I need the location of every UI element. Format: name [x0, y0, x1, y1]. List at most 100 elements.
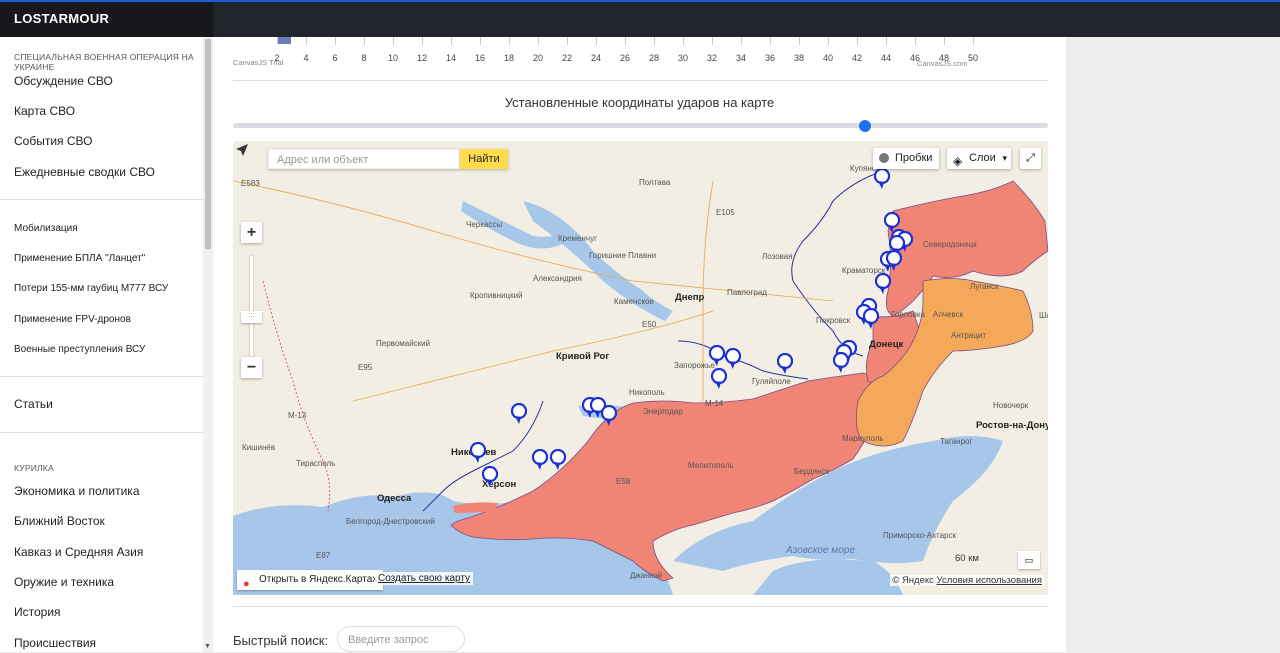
map-label-lozovaya: Лозовая	[762, 252, 793, 261]
axis-tick-label: 32	[706, 53, 718, 63]
axis-tick-mark	[741, 37, 742, 45]
layers-label: Слои	[969, 152, 996, 164]
axis-tick-label: 16	[474, 53, 486, 63]
map-label-gorishnie: Горишние Плавни	[589, 251, 657, 260]
traffic-button[interactable]: Пробки	[873, 148, 939, 169]
strike-marker-icon[interactable]	[550, 449, 566, 471]
sidebar-item-incidents[interactable]: Происшествия	[14, 636, 96, 650]
sidebar-item-svo-discussion[interactable]: Обсуждение СВО	[14, 74, 113, 88]
sidebar-item-fpv[interactable]: Применение FPV-дронов	[14, 314, 131, 325]
axis-tick-mark	[973, 37, 974, 45]
sidebar-item-economy[interactable]: Экономика и политика	[14, 484, 140, 498]
sidebar-item-middle-east[interactable]: Ближний Восток	[14, 514, 105, 528]
sidebar-item-caucasus[interactable]: Кавказ и Средняя Азия	[14, 545, 143, 559]
map-label-azov-sea: Азовское море	[786, 545, 855, 556]
axis-tick-label: 36	[764, 53, 776, 63]
sidebar-divider	[0, 199, 203, 200]
axis-tick-label: 6	[332, 53, 338, 63]
strike-marker-icon[interactable]	[470, 442, 486, 464]
map-label-severodonetsk: Северодонецк	[923, 240, 977, 249]
axis-tick-label: 10	[387, 53, 399, 63]
quick-search-label: Быстрый поиск:	[233, 633, 329, 648]
axis-tick-mark	[799, 37, 800, 45]
sidebar-item-svo-events[interactable]: События СВО	[14, 134, 92, 148]
strike-marker-icon[interactable]	[532, 449, 548, 471]
date-slider-handle[interactable]	[859, 120, 872, 132]
map-section-title: Установленные координаты ударов на карте	[504, 95, 775, 110]
scrollbar-thumb[interactable]	[205, 39, 211, 249]
axis-tick-label: 44	[880, 53, 892, 63]
map-search-input[interactable]: Адрес или объект	[268, 149, 460, 169]
sidebar-item-articles[interactable]: Статьи	[14, 397, 53, 411]
map-label-road: E105	[716, 208, 735, 217]
create-map-link[interactable]: Создать свою карту	[375, 572, 474, 585]
map-label-kremenchug: Кременчуг	[558, 234, 598, 243]
axis-tick-mark	[886, 37, 887, 45]
fullscreen-button[interactable]: ⤢	[1020, 148, 1041, 169]
map-label-taganrog: Таганрог	[940, 437, 973, 446]
terms-link[interactable]: Условия использования	[937, 575, 1042, 586]
sidebar-item-lancet[interactable]: Применение БПЛА "Ланцет"	[14, 253, 145, 264]
map-find-button[interactable]: Найти	[460, 149, 508, 169]
axis-tick-label: 40	[822, 53, 834, 63]
map-label-lugansk: Луганск	[970, 282, 999, 291]
scroll-down-arrow-icon[interactable]: ▼	[204, 643, 211, 650]
map-label-odessa: Одесса	[377, 493, 412, 504]
sidebar-item-svo-map[interactable]: Карта СВО	[14, 104, 75, 118]
sidebar-item-weapons[interactable]: Оружие и техника	[14, 575, 114, 589]
ruler-button[interactable]: ▭	[1018, 551, 1040, 569]
axis-tick-label: 4	[303, 53, 309, 63]
strike-marker-icon[interactable]	[511, 403, 527, 425]
strike-marker-icon[interactable]	[886, 250, 902, 272]
strike-marker-icon[interactable]	[482, 466, 498, 488]
sidebar-scrollbar[interactable]: ▼	[203, 37, 213, 652]
date-slider-track[interactable]	[233, 123, 1048, 128]
strike-marker-icon[interactable]	[725, 348, 741, 370]
map-label-primorsko: Приморско-Ахтарск	[883, 531, 956, 540]
axis-tick-mark	[509, 37, 510, 45]
axis-tick-mark	[277, 37, 278, 45]
open-in-yandex-button[interactable]: ● Открыть в Яндекс.Картах	[237, 570, 384, 590]
sidebar-item-mobilization[interactable]: Мобилизация	[14, 223, 78, 234]
sidebar-divider	[0, 432, 203, 433]
strike-marker-icon[interactable]	[875, 273, 891, 295]
ruler-icon: ▭	[1024, 555, 1034, 565]
axis-tick-mark	[480, 37, 481, 45]
strike-marker-icon[interactable]	[833, 352, 849, 374]
strike-marker-icon[interactable]	[863, 308, 879, 330]
sidebar-item-war-crimes[interactable]: Военные преступления ВСУ	[14, 344, 145, 355]
site-logo[interactable]: LOSTARMOUR	[14, 11, 109, 26]
axis-tick-mark	[944, 37, 945, 45]
map-canvas	[233, 170, 1048, 595]
axis-tick-mark	[538, 37, 539, 45]
strike-marker-icon[interactable]	[777, 353, 793, 375]
map-label-road: M-13	[288, 411, 307, 420]
chart-bar	[278, 37, 291, 44]
strike-map[interactable]: Полтава Черкассы Кременчуг Горишние Плав…	[233, 141, 1048, 595]
strike-marker-icon[interactable]	[709, 345, 725, 367]
zoom-in-button[interactable]: +	[241, 222, 262, 243]
sidebar-item-m777[interactable]: Потери 155-мм гаубиц M777 ВСУ	[14, 283, 168, 294]
quick-search-input[interactable]: Введите запрос	[337, 626, 465, 652]
zoom-slider-handle[interactable]: :::	[241, 311, 262, 323]
map-label-kamenskoe: Каменское	[614, 297, 654, 306]
canvasjs-credit[interactable]: CanvasJS.com	[917, 59, 967, 68]
strike-marker-icon[interactable]	[601, 405, 617, 427]
sidebar-item-daily-reports[interactable]: Ежедневные сводки СВО	[14, 165, 155, 179]
zoom-slider-track[interactable]	[250, 256, 253, 356]
map-label-nikopol: Никополь	[629, 388, 665, 397]
axis-tick-mark	[451, 37, 452, 45]
axis-tick-mark	[567, 37, 568, 45]
strike-marker-icon[interactable]	[711, 368, 727, 390]
location-arrow-icon[interactable]	[233, 141, 251, 159]
traffic-label: Пробки	[895, 152, 933, 164]
logo-container[interactable]: LOSTARMOUR	[0, 2, 213, 37]
copyright-label: © Яндекс	[892, 575, 934, 586]
zoom-out-button[interactable]: −	[241, 357, 262, 378]
map-scale: 60 км	[955, 553, 979, 564]
sidebar-item-history[interactable]: История	[14, 605, 61, 619]
strike-marker-icon[interactable]	[874, 168, 890, 190]
axis-tick-mark	[393, 37, 394, 45]
axis-tick-label: 26	[619, 53, 631, 63]
layers-button[interactable]: ◈ Слои ▾	[947, 148, 1011, 169]
